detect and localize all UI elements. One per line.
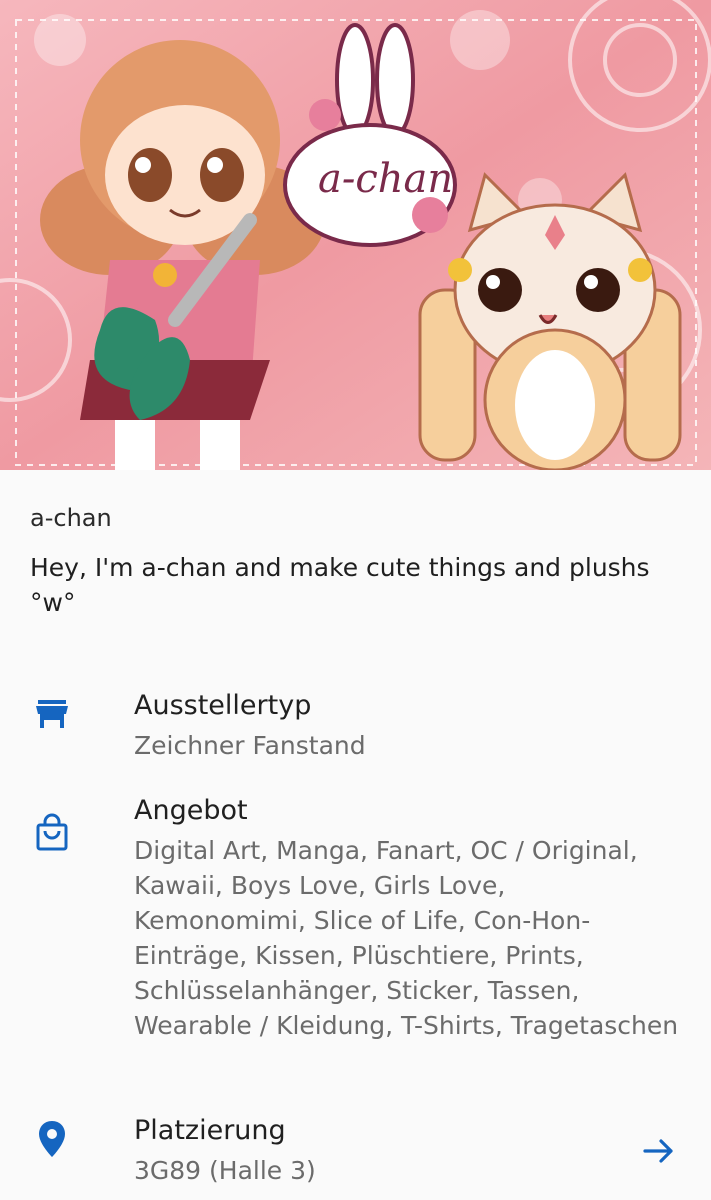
detail-value: 3G89 (Halle 3) [134, 1156, 316, 1185]
detail-value: Zeichner Fanstand [134, 731, 366, 760]
store-icon [32, 694, 72, 734]
shopping-bag-icon [32, 813, 72, 853]
logo-text: a-chan [318, 156, 453, 202]
banner-image: a-chan [0, 0, 711, 470]
detail-value: Digital Art, Manga, Fanart, OC / Origina… [134, 836, 679, 1040]
detail-title: Ausstellertyp [134, 690, 312, 721]
detail-title: Angebot [134, 795, 248, 826]
exhibitor-name: a-chan [30, 504, 112, 532]
arrow-right-icon[interactable] [641, 1133, 677, 1169]
detail-title: Platzierung [134, 1115, 286, 1146]
location-pin-icon [32, 1119, 72, 1159]
exhibitor-description: Hey, I'm a-chan and make cute things and… [30, 553, 650, 617]
